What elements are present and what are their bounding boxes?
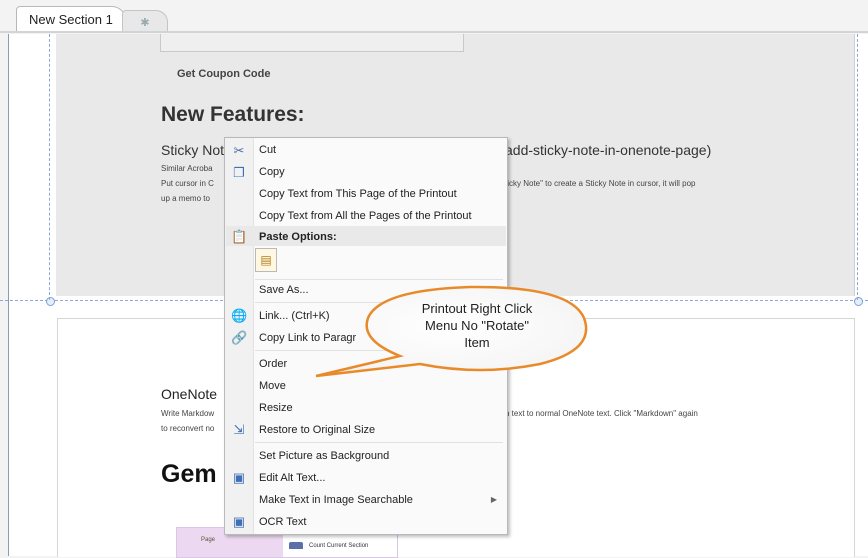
paste-keep-source-button[interactable]: ▤ — [255, 248, 277, 272]
coupon-field — [160, 34, 464, 52]
sticky-desc-line2-start: Put cursor in C — [161, 179, 214, 188]
set-background-label: Set Picture as Background — [259, 450, 390, 462]
callout-line2: Menu No "Rotate" — [425, 318, 529, 333]
markdown-line1-start: Write Markdow — [161, 409, 215, 418]
order-label: Order — [259, 358, 288, 370]
tab-underline — [0, 31, 868, 33]
onenote-title: OneNote — [161, 386, 218, 402]
make-searchable-label: Make Text in Image Searchable — [259, 494, 413, 506]
sticky-desc-line3: up a memo to — [161, 194, 210, 203]
tab-new-section-1[interactable]: New Section 1 — [16, 6, 126, 32]
callout-line1: Printout Right Click — [421, 301, 533, 316]
selection-edge-left — [49, 34, 50, 300]
thumbnail-page-label: Page — [201, 537, 216, 543]
tab-label: New Section 1 — [29, 12, 113, 27]
markdown-line1-end: n text to normal OneNote text. Click "Ma… — [505, 409, 698, 418]
copy-label: Copy — [259, 166, 285, 178]
copy-text-page-label: Copy Text from This Page of the Printout — [259, 188, 457, 200]
callout-line3: Item — [464, 335, 490, 350]
copy-text-all-label: Copy Text from All the Pages of the Prin… — [259, 210, 472, 222]
edit-alt-icon: ▣ — [232, 470, 246, 485]
add-section-tab[interactable]: ✱ — [122, 10, 168, 33]
count-icon — [289, 542, 303, 549]
copy-link-icon: 🔗 — [231, 330, 248, 345]
selection-edge-right — [857, 34, 858, 300]
coupon-label: Get Coupon Code — [177, 68, 271, 80]
section-tab-bar: New Section 1 ✱ — [0, 0, 868, 34]
selection-handle-right[interactable] — [854, 297, 863, 306]
resize-label: Resize — [259, 402, 293, 414]
sticky-desc-line2-end: ticky Note" to create a Sticky Note in c… — [505, 179, 696, 188]
ocr-label: OCR Text — [259, 516, 307, 528]
markdown-line2: to reconvert no — [161, 424, 215, 433]
sticky-title-start: Sticky Not — [161, 142, 225, 158]
callout-text: Printout Right Click Menu No "Rotate" It… — [402, 300, 552, 351]
menu-separator — [255, 279, 503, 280]
submenu-arrow-icon: ▶ — [490, 495, 497, 504]
link-icon: 🌐 — [231, 308, 248, 323]
paste-options-label: Paste Options: — [259, 231, 337, 243]
restore-size-icon: ⇲ — [233, 422, 245, 437]
sticky-desc-line1: Similar Acroba — [161, 164, 213, 173]
copy-icon: ❐ — [233, 165, 245, 180]
gem-heading: Gem — [161, 460, 217, 488]
thumbnail-count-label: Count Current Section — [309, 543, 369, 549]
restore-label: Restore to Original Size — [259, 424, 376, 436]
edit-alt-label: Edit Alt Text... — [259, 472, 326, 484]
features-heading: New Features: — [161, 103, 305, 126]
scissors-icon: ✂ — [233, 143, 245, 158]
ocr-icon: ▣ — [232, 514, 246, 529]
selection-handle-left[interactable] — [46, 297, 55, 306]
sticky-title-end: add-sticky-note-in-onenote-page) — [505, 142, 712, 158]
add-section-icon: ✱ — [140, 16, 150, 29]
paste-clipboard-icon: ▤ — [260, 253, 272, 267]
cut-label: Cut — [259, 144, 277, 156]
move-label: Move — [259, 380, 286, 392]
menu-separator — [255, 442, 503, 443]
paste-icon: 📋 — [231, 229, 248, 244]
